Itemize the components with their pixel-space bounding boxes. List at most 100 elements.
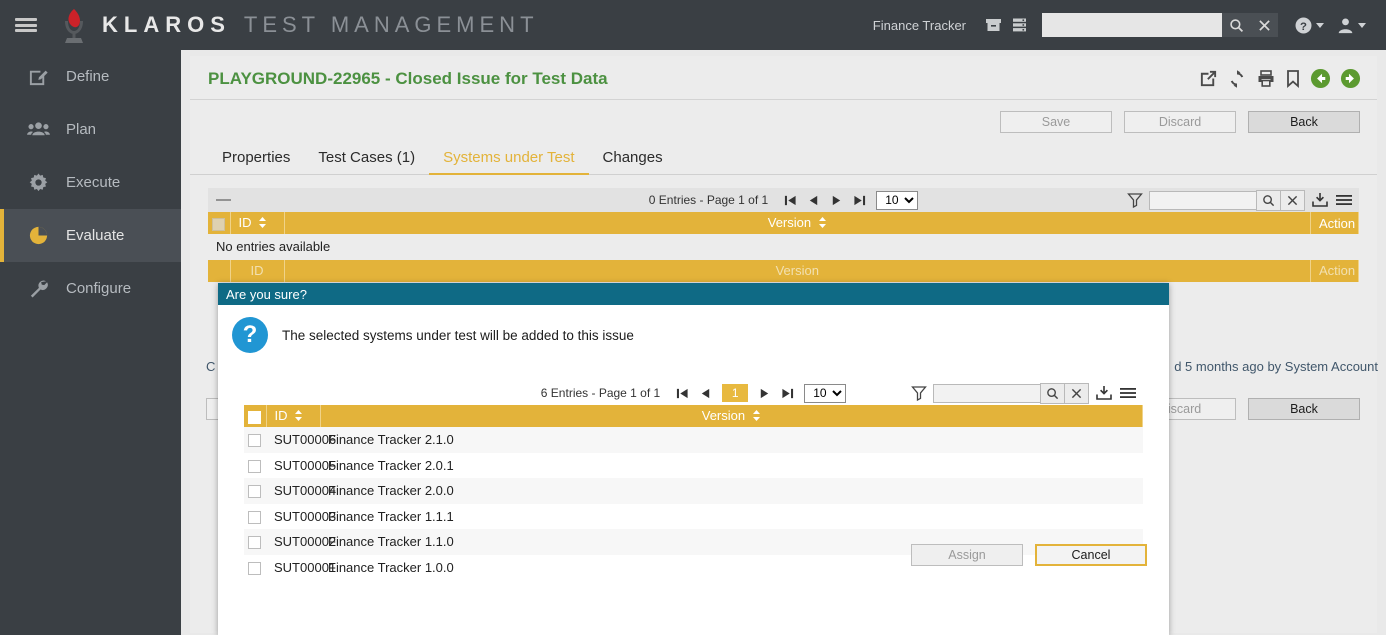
user-icon	[1336, 16, 1355, 35]
tab-properties[interactable]: Properties	[208, 143, 304, 175]
next-page-button[interactable]	[758, 387, 771, 400]
table-menu-icon[interactable]	[1335, 193, 1353, 207]
page-header: PLAYGROUND-22965 - Closed Issue for Test…	[190, 56, 1377, 100]
row-checkbox-cell[interactable]	[244, 478, 266, 504]
table-row[interactable]: SUT00005Finance Tracker 2.0.1	[244, 453, 1143, 479]
table-clear-search-button[interactable]	[1280, 190, 1305, 211]
select-all-header[interactable]	[244, 405, 266, 427]
dialog-table-menu-icon[interactable]	[1119, 386, 1137, 400]
discard-button[interactable]: Discard	[1124, 111, 1236, 133]
sort-icon[interactable]	[294, 409, 303, 424]
klaros-logo-icon	[52, 5, 96, 45]
sidebar-item-execute[interactable]: Execute	[0, 156, 181, 209]
previous-page-button[interactable]	[699, 387, 712, 400]
refresh-icon[interactable]	[1227, 69, 1247, 89]
dialog-table-search-input[interactable]	[933, 384, 1041, 403]
server-icon[interactable]	[1006, 10, 1032, 40]
save-button[interactable]: Save	[1000, 111, 1112, 133]
user-menu[interactable]	[1330, 16, 1372, 35]
dialog-page-size-select-wrap: 5102050100	[804, 384, 846, 403]
cancel-button[interactable]: Cancel	[1035, 544, 1147, 566]
bookmark-icon[interactable]	[1285, 69, 1301, 88]
last-page-button[interactable]	[781, 387, 794, 400]
row-id: SUT00001	[266, 555, 320, 581]
next-icon[interactable]	[1340, 68, 1361, 89]
sort-icon[interactable]	[258, 216, 267, 231]
column-header-version[interactable]: Version	[320, 405, 1143, 427]
dialog-page-size-select[interactable]: 5102050100	[804, 384, 846, 403]
previous-icon[interactable]	[1310, 68, 1331, 89]
back-button[interactable]: Back	[1248, 111, 1360, 133]
table-search-input[interactable]	[1149, 191, 1257, 210]
row-checkbox-cell[interactable]	[244, 555, 266, 581]
column-header-version[interactable]: Version	[284, 212, 1311, 234]
row-checkbox-cell[interactable]	[244, 427, 266, 453]
filter-icon[interactable]	[911, 385, 927, 401]
behind-back-button[interactable]: Back	[1248, 398, 1360, 420]
filter-icon[interactable]	[1127, 192, 1143, 208]
sort-icon[interactable]	[752, 409, 761, 424]
page-size-select[interactable]: 5102050100	[876, 191, 918, 210]
column-header-id[interactable]: ID	[266, 405, 320, 427]
row-checkbox[interactable]	[248, 434, 261, 447]
tab-test-cases[interactable]: Test Cases (1)	[304, 143, 429, 175]
clear-search-button[interactable]	[1250, 13, 1278, 37]
assign-button[interactable]: Assign	[911, 544, 1023, 566]
last-page-button[interactable]	[853, 194, 866, 207]
menu-icon[interactable]	[0, 0, 52, 50]
select-all-header[interactable]	[208, 212, 230, 234]
tab-systems-under-test[interactable]: Systems under Test	[429, 143, 588, 175]
table-row[interactable]: SUT00004Finance Tracker 2.0.0	[244, 478, 1143, 504]
page-title: PLAYGROUND-22965 - Closed Issue for Test…	[208, 69, 608, 89]
export-icon[interactable]	[1095, 385, 1113, 401]
row-checkbox-cell[interactable]	[244, 529, 266, 555]
sidebar-item-plan[interactable]: Plan	[0, 103, 181, 156]
sidebar-item-label: Evaluate	[66, 227, 124, 244]
dialog-table-toolbar: 6 Entries - Page 1 of 1 1 5102050100	[244, 381, 1143, 405]
export-icon[interactable]	[1311, 192, 1329, 208]
table-row[interactable]: SUT00006Finance Tracker 2.1.0	[244, 427, 1143, 453]
global-search	[1042, 13, 1278, 37]
row-id: SUT00003	[266, 504, 320, 530]
external-link-icon[interactable]	[1199, 69, 1218, 88]
row-checkbox[interactable]	[248, 536, 261, 549]
table-search-button[interactable]	[1256, 190, 1281, 211]
row-checkbox[interactable]	[248, 511, 261, 524]
row-checkbox[interactable]	[248, 460, 261, 473]
current-project-label: Finance Tracker	[873, 18, 966, 33]
first-page-button[interactable]	[784, 194, 797, 207]
sidebar: Define Plan Execute Evaluate Configure	[0, 50, 181, 635]
sidebar-item-define[interactable]: Define	[0, 50, 181, 103]
table-tools	[1127, 190, 1359, 211]
confirmation-dialog: Are you sure? ? The selected systems und…	[218, 283, 1169, 635]
row-checkbox-cell[interactable]	[244, 453, 266, 479]
sidebar-item-evaluate[interactable]: Evaluate	[0, 209, 181, 262]
tab-changes[interactable]: Changes	[589, 143, 677, 175]
row-checkbox-cell[interactable]	[244, 504, 266, 530]
search-input[interactable]	[1042, 13, 1222, 37]
row-checkbox[interactable]	[248, 485, 261, 498]
print-icon[interactable]	[1256, 69, 1276, 88]
sidebar-item-label: Execute	[66, 174, 120, 191]
dialog-title: Are you sure?	[218, 283, 1169, 305]
sidebar-item-configure[interactable]: Configure	[0, 262, 181, 315]
row-version: Finance Tracker 1.1.1	[320, 504, 1143, 530]
previous-page-button[interactable]	[807, 194, 820, 207]
first-page-button[interactable]	[676, 387, 689, 400]
select-all-checkbox[interactable]	[248, 411, 261, 424]
dialog-table-clear-search-button[interactable]	[1064, 383, 1089, 404]
column-header-id[interactable]: ID	[230, 212, 284, 234]
row-checkbox[interactable]	[248, 562, 261, 575]
select-all-checkbox[interactable]	[212, 218, 225, 231]
top-bar: KLAROS TEST MANAGEMENT Finance Tracker ?	[0, 0, 1386, 50]
help-menu[interactable]: ?	[1288, 16, 1330, 35]
next-page-button[interactable]	[830, 194, 843, 207]
table-row[interactable]: SUT00003Finance Tracker 1.1.1	[244, 504, 1143, 530]
archive-icon[interactable]	[980, 10, 1006, 40]
current-page-button[interactable]: 1	[722, 384, 748, 402]
sort-icon[interactable]	[818, 216, 827, 231]
help-icon: ?	[1294, 16, 1313, 35]
search-button[interactable]	[1222, 13, 1250, 37]
row-version: Finance Tracker 2.0.0	[320, 478, 1143, 504]
dialog-table-search-button[interactable]	[1040, 383, 1065, 404]
